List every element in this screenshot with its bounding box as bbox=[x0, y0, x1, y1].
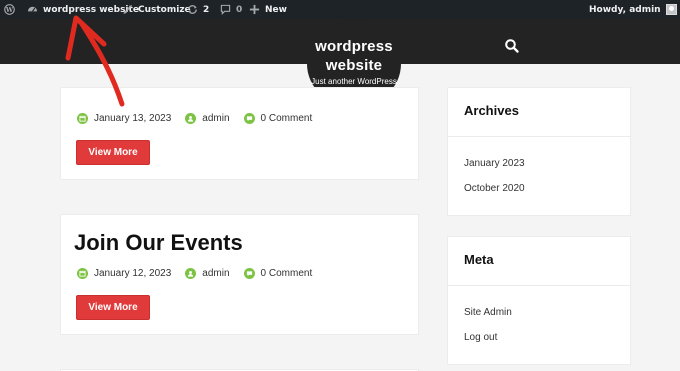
post-card: Join Our Events January 12, 2023 admin 0… bbox=[60, 214, 419, 335]
dashboard-icon bbox=[27, 4, 38, 15]
wordpress-logo-icon: W bbox=[4, 4, 15, 15]
view-more-button[interactable]: View More bbox=[76, 295, 150, 320]
user-icon bbox=[185, 267, 197, 279]
plus-icon bbox=[249, 4, 260, 15]
wordpress-menu[interactable]: W bbox=[4, 0, 15, 19]
archive-link[interactable]: October 2020 bbox=[464, 183, 525, 194]
customize-link[interactable]: Customize bbox=[122, 0, 191, 19]
divider bbox=[448, 285, 630, 286]
account-menu[interactable]: Howdy, admin bbox=[589, 0, 677, 19]
widget-title: Meta bbox=[464, 252, 494, 267]
calendar-icon bbox=[77, 267, 88, 279]
meta-widget: Meta Site Admin Log out bbox=[447, 236, 631, 365]
admin-bar: W wordpress website Customize 2 0 New Ho… bbox=[0, 0, 680, 19]
new-content-link[interactable]: New bbox=[249, 0, 287, 19]
svg-text:W: W bbox=[5, 6, 14, 14]
view-more-button[interactable]: View More bbox=[76, 140, 150, 165]
comments-icon bbox=[243, 112, 255, 124]
divider bbox=[448, 136, 630, 137]
refresh-icon bbox=[187, 4, 198, 15]
comment-icon bbox=[220, 4, 231, 15]
user-icon bbox=[185, 112, 197, 124]
search-icon[interactable] bbox=[504, 38, 520, 54]
post-date: January 12, 2023 bbox=[77, 267, 171, 279]
logout-link[interactable]: Log out bbox=[464, 332, 497, 343]
avatar bbox=[665, 4, 677, 15]
comments-link[interactable]: 0 bbox=[220, 0, 242, 19]
brush-icon bbox=[122, 4, 133, 15]
post-title[interactable]: Join Our Events bbox=[74, 230, 243, 256]
site-title: wordpress website bbox=[315, 38, 393, 74]
post-date: January 13, 2023 bbox=[77, 112, 171, 124]
howdy-label: Howdy, admin bbox=[589, 4, 661, 15]
post-comments[interactable]: 0 Comment bbox=[243, 112, 312, 124]
post-meta: January 13, 2023 admin 0 Comment bbox=[77, 110, 326, 126]
post-author[interactable]: admin bbox=[185, 267, 230, 279]
post-card: January 13, 2023 admin 0 Comment View Mo… bbox=[60, 87, 419, 180]
post-meta: January 12, 2023 admin 0 Comment bbox=[77, 265, 326, 281]
updates-count: 2 bbox=[203, 4, 210, 15]
updates-link[interactable]: 2 bbox=[187, 0, 209, 19]
calendar-icon bbox=[77, 112, 88, 124]
archives-widget: Archives January 2023 October 2020 bbox=[447, 87, 631, 216]
comments-count: 0 bbox=[236, 4, 243, 15]
widget-title: Archives bbox=[464, 103, 519, 118]
archive-link[interactable]: January 2023 bbox=[464, 158, 525, 169]
comments-icon bbox=[243, 267, 255, 279]
post-comments[interactable]: 0 Comment bbox=[243, 267, 312, 279]
site-admin-link[interactable]: Site Admin bbox=[464, 307, 512, 318]
post-author[interactable]: admin bbox=[185, 112, 230, 124]
customize-label: Customize bbox=[138, 4, 191, 15]
new-label: New bbox=[265, 4, 287, 15]
